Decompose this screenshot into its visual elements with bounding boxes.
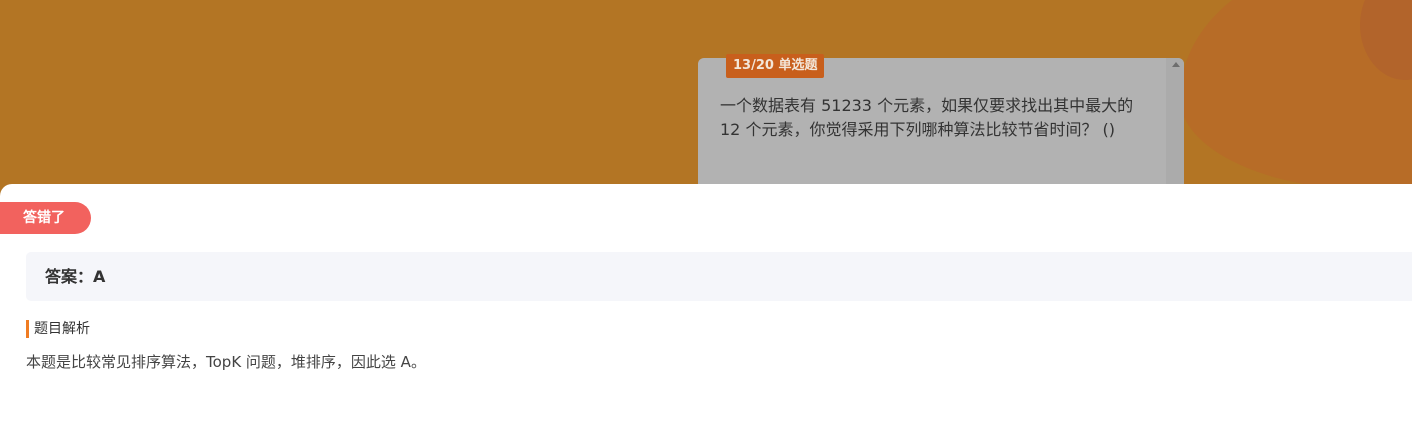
analysis-text: 本题是比较常见排序算法，TopK 问题，堆排序，因此选 A。 bbox=[26, 353, 426, 371]
question-number-tag: 13/20 单选题 bbox=[726, 54, 825, 78]
result-sheet: 答错了 答案：A 题目解析 本题是比较常见排序算法，TopK 问题，堆排序，因此… bbox=[0, 184, 1412, 430]
scroll-up-arrow-icon[interactable] bbox=[1172, 62, 1180, 67]
question-text: 一个数据表有 51233 个元素，如果仅要求找出其中最大的 12 个元素，你觉得… bbox=[720, 96, 1134, 139]
answer-text: 答案：A bbox=[45, 267, 106, 286]
answer-box: 答案：A bbox=[26, 252, 1412, 301]
analysis-heading: 题目解析 bbox=[26, 320, 90, 338]
status-badge: 答错了 bbox=[0, 202, 91, 234]
